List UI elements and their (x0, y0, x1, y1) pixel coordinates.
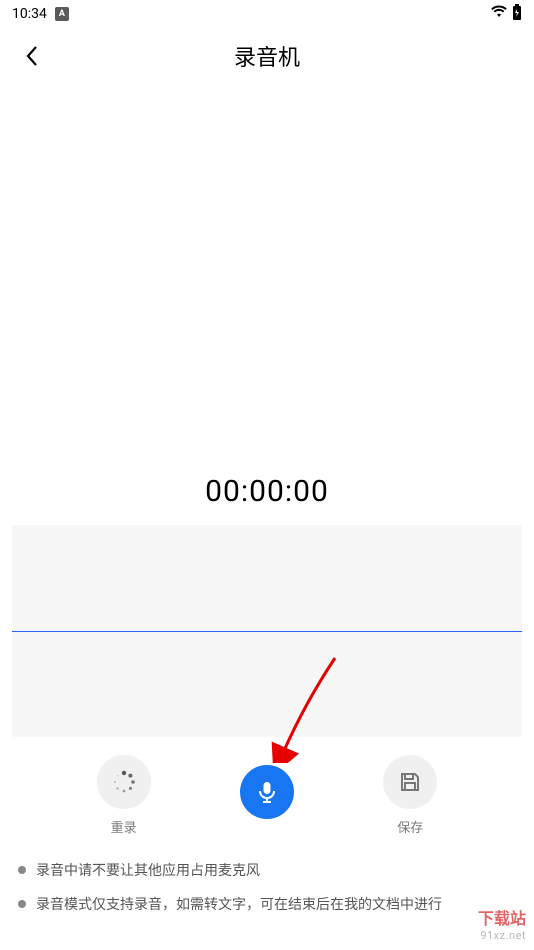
controls-row: 重录 保存 (12, 755, 522, 836)
tip-item: 录音中请不要让其他应用占用麦克风 (18, 860, 516, 880)
save-button[interactable]: 保存 (383, 755, 437, 836)
waveform-baseline (12, 631, 522, 632)
record-icon-circle (240, 765, 294, 819)
content-area: 00:00:00 重录 (0, 474, 534, 914)
status-bar: 10:34 A (0, 0, 534, 28)
timer-display: 00:00:00 (12, 474, 522, 509)
status-right (490, 4, 522, 24)
page-title: 录音机 (16, 40, 518, 72)
rerecord-label: 重录 (111, 817, 137, 836)
app-header: 录音机 (0, 28, 534, 84)
wifi-icon (490, 5, 508, 23)
record-button[interactable] (240, 765, 294, 827)
loading-dots-icon (110, 768, 138, 796)
rerecord-button[interactable]: 重录 (97, 755, 151, 836)
tip-text: 录音模式仅支持录音，如需转文字，可在结束后在我的文档中进行 (36, 894, 442, 914)
battery-icon (512, 4, 522, 24)
status-time: 10:34 (12, 6, 47, 22)
watermark-line2: 91xz.net (478, 929, 526, 942)
tip-item: 录音模式仅支持录音，如需转文字，可在结束后在我的文档中进行 (18, 894, 516, 914)
save-label: 保存 (397, 817, 423, 836)
bullet-icon (18, 900, 26, 908)
status-left: 10:34 A (12, 6, 69, 22)
watermark-line1: 下载站 (478, 905, 526, 929)
back-button[interactable] (16, 40, 48, 72)
rerecord-icon-circle (97, 755, 151, 809)
tip-text: 录音中请不要让其他应用占用麦克风 (36, 860, 260, 880)
status-icon-a: A (55, 7, 69, 21)
waveform-area (12, 525, 522, 737)
bullet-icon (18, 866, 26, 874)
watermark: 下载站 91xz.net (478, 905, 526, 942)
microphone-icon (254, 779, 280, 805)
save-icon (398, 770, 422, 794)
tips-section: 录音中请不要让其他应用占用麦克风 录音模式仅支持录音，如需转文字，可在结束后在我… (12, 860, 522, 914)
save-icon-circle (383, 755, 437, 809)
